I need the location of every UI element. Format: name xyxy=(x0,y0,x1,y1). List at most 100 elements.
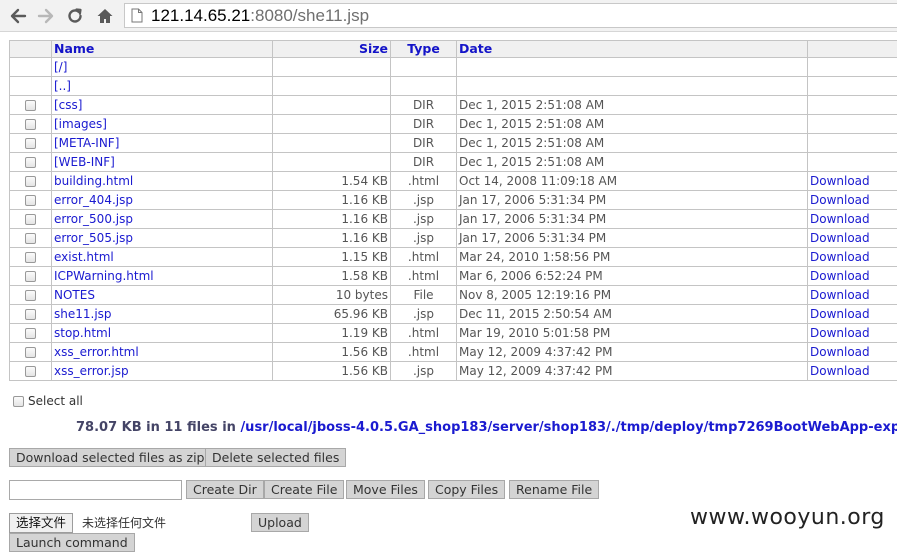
row-checkbox[interactable] xyxy=(25,271,36,282)
row-checkbox[interactable] xyxy=(25,119,36,130)
file-size: 1.56 KB xyxy=(273,343,391,362)
download-link[interactable]: Download xyxy=(810,250,870,264)
choose-file-button[interactable]: 选择文件 xyxy=(9,513,73,533)
table-row: error_500.jsp1.16 KB.jspJan 17, 2006 5:3… xyxy=(10,210,897,229)
file-size: 1.19 KB xyxy=(273,324,391,343)
download-zip-button[interactable]: Download selected files as zip xyxy=(9,448,211,467)
file-name-link[interactable]: error_404.jsp xyxy=(54,193,133,207)
row-checkbox[interactable] xyxy=(25,309,36,320)
file-name-link[interactable]: stop.html xyxy=(54,326,111,340)
root-dir-link-cell: [/] xyxy=(52,58,273,77)
create-dir-button[interactable]: Create Dir xyxy=(186,480,264,499)
file-name-cell: error_500.jsp xyxy=(52,210,273,229)
row-checkbox[interactable] xyxy=(25,290,36,301)
address-bar[interactable]: 121.14.65.21:8080/she11.jsp xyxy=(124,3,897,28)
file-date: Dec 11, 2015 2:50:54 AM xyxy=(457,305,808,324)
row-checkbox[interactable] xyxy=(25,252,36,263)
back-icon[interactable] xyxy=(5,0,31,32)
parent-dir-link[interactable]: [..] xyxy=(54,79,71,93)
row-checkbox-cell xyxy=(10,362,52,381)
file-date: Mar 19, 2010 5:01:58 PM xyxy=(457,324,808,343)
create-file-button[interactable]: Create File xyxy=(264,480,344,499)
row-checkbox[interactable] xyxy=(25,176,36,187)
row-checkbox-cell xyxy=(10,324,52,343)
home-icon[interactable] xyxy=(92,0,118,32)
file-size xyxy=(273,96,391,115)
row-checkbox[interactable] xyxy=(25,195,36,206)
row-spacer xyxy=(391,77,457,96)
download-link[interactable]: Download xyxy=(810,174,870,188)
file-type: .jsp xyxy=(391,362,457,381)
file-date: May 12, 2009 4:37:42 PM xyxy=(457,362,808,381)
download-link[interactable]: Download xyxy=(810,212,870,226)
download-cell: Download xyxy=(808,286,897,305)
row-checkbox[interactable] xyxy=(25,328,36,339)
file-name-cell: error_404.jsp xyxy=(52,191,273,210)
row-spacer xyxy=(10,58,52,77)
row-checkbox-cell xyxy=(10,191,52,210)
file-name-link[interactable]: [WEB-INF] xyxy=(54,155,115,169)
file-name-link[interactable]: she11.jsp xyxy=(54,307,112,321)
launch-command-button[interactable]: Launch command xyxy=(9,533,135,552)
filename-input[interactable] xyxy=(9,480,182,500)
upload-button[interactable]: Upload xyxy=(251,513,309,532)
table-row: [css]DIRDec 1, 2015 2:51:08 AM xyxy=(10,96,897,115)
file-name-link[interactable]: NOTES xyxy=(54,288,95,302)
row-checkbox[interactable] xyxy=(25,366,36,377)
download-link[interactable]: Download xyxy=(810,307,870,321)
file-name-link[interactable]: error_500.jsp xyxy=(54,212,133,226)
file-type: .jsp xyxy=(391,210,457,229)
table-row: exist.html1.15 KB.htmlMar 24, 2010 1:58:… xyxy=(10,248,897,267)
download-link[interactable]: Download xyxy=(810,269,870,283)
row-checkbox-cell xyxy=(10,210,52,229)
rename-file-button[interactable]: Rename File xyxy=(509,480,599,499)
file-name-link[interactable]: building.html xyxy=(54,174,133,188)
file-type: .jsp xyxy=(391,191,457,210)
file-name-link[interactable]: [css] xyxy=(54,98,82,112)
file-name-link[interactable]: xss_error.jsp xyxy=(54,364,129,378)
row-spacer xyxy=(457,77,808,96)
row-checkbox[interactable] xyxy=(25,100,36,111)
file-name-link[interactable]: [images] xyxy=(54,117,107,131)
root-dir-link[interactable]: [/] xyxy=(54,60,67,74)
file-type: .html xyxy=(391,172,457,191)
download-link[interactable]: Download xyxy=(810,231,870,245)
select-all[interactable]: Select all xyxy=(13,394,83,408)
row-checkbox[interactable] xyxy=(25,214,36,225)
download-link[interactable]: Download xyxy=(810,364,870,378)
delete-selected-button[interactable]: Delete selected files xyxy=(205,448,346,467)
select-all-checkbox[interactable] xyxy=(13,396,24,407)
file-name-link[interactable]: xss_error.html xyxy=(54,345,139,359)
file-type: DIR xyxy=(391,96,457,115)
header-name[interactable]: Name xyxy=(52,41,273,58)
header-date[interactable]: Date xyxy=(457,41,808,58)
header-type[interactable]: Type xyxy=(391,41,457,58)
download-link[interactable]: Download xyxy=(810,326,870,340)
move-files-button[interactable]: Move Files xyxy=(346,480,425,499)
download-link[interactable]: Download xyxy=(810,193,870,207)
file-name-link[interactable]: ICPWarning.html xyxy=(54,269,154,283)
row-checkbox-cell xyxy=(10,153,52,172)
row-checkbox[interactable] xyxy=(25,347,36,358)
file-name-cell: xss_error.html xyxy=(52,343,273,362)
file-name-link[interactable]: error_505.jsp xyxy=(54,231,133,245)
row-spacer xyxy=(457,58,808,77)
file-name-link[interactable]: [META-INF] xyxy=(54,136,119,150)
download-link[interactable]: Download xyxy=(810,288,870,302)
file-type: File xyxy=(391,286,457,305)
row-checkbox-cell xyxy=(10,96,52,115)
row-checkbox-cell xyxy=(10,115,52,134)
download-link[interactable]: Download xyxy=(810,345,870,359)
row-checkbox[interactable] xyxy=(25,138,36,149)
directory-summary: 78.07 KB in 11 files in /usr/local/jboss… xyxy=(76,420,897,435)
copy-files-button[interactable]: Copy Files xyxy=(428,480,505,499)
row-checkbox[interactable] xyxy=(25,157,36,168)
forward-icon[interactable] xyxy=(33,0,59,32)
download-cell: Download xyxy=(808,324,897,343)
file-name-link[interactable]: exist.html xyxy=(54,250,114,264)
reload-icon[interactable] xyxy=(62,0,88,32)
header-size[interactable]: Size xyxy=(273,41,391,58)
row-checkbox[interactable] xyxy=(25,233,36,244)
file-size xyxy=(273,153,391,172)
row-checkbox-cell xyxy=(10,286,52,305)
